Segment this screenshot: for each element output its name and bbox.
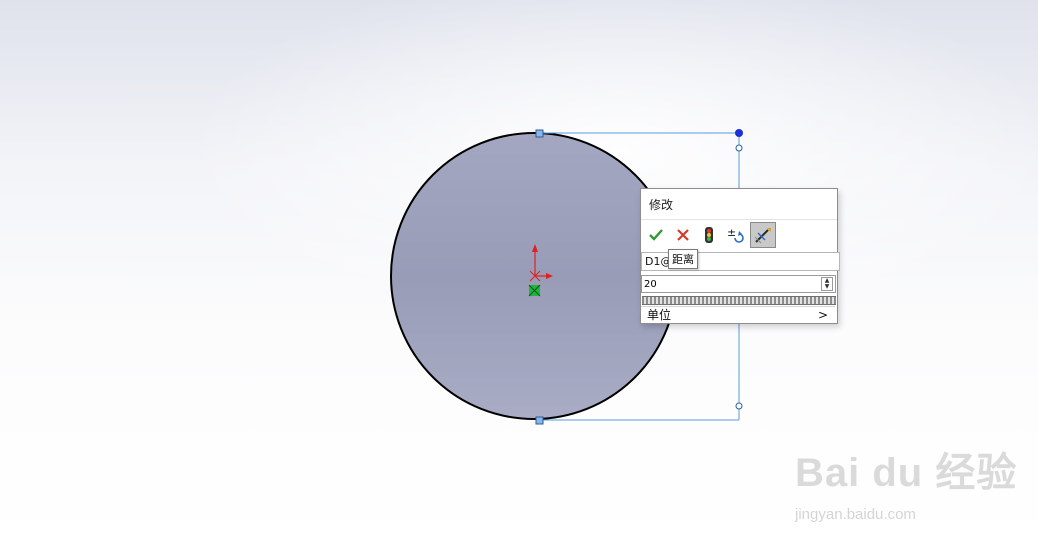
watermark-url: jingyan.baidu.com — [795, 506, 916, 523]
svg-text:±: ± — [727, 226, 736, 239]
check-icon — [649, 229, 663, 241]
arrow-handle-bottom[interactable] — [735, 402, 743, 410]
dimension-mark-icon — [754, 228, 771, 244]
dialog-title: 修改 — [649, 198, 674, 212]
spin-down-icon[interactable]: ▼ — [822, 284, 832, 290]
arrow-handle-top[interactable] — [735, 144, 743, 152]
dimension-endpoint[interactable] — [735, 129, 743, 137]
watermark-logo: Bai du 经验 — [795, 451, 1018, 495]
chevron-right-icon: > — [817, 308, 828, 322]
value-spinner[interactable]: ▲ ▼ — [821, 277, 833, 291]
x-icon — [677, 229, 689, 241]
tooltip: 距离 — [668, 249, 698, 269]
modify-dialog: 修改 ± D1@ 距离 20 ▲ ▼ 单位 > — [640, 188, 840, 324]
mark-dimension-button[interactable] — [750, 222, 776, 248]
dialog-toolbar: ± — [643, 222, 835, 248]
sketch-circle[interactable] — [390, 132, 678, 420]
traffic-light-icon — [705, 227, 713, 243]
plus-minus-icon: ± — [727, 226, 744, 243]
units-row[interactable]: 单位 > — [641, 306, 835, 323]
rebuild-button[interactable] — [696, 222, 722, 248]
ok-button[interactable] — [643, 222, 669, 248]
units-label: 单位 — [647, 308, 672, 322]
dialog-divider — [641, 219, 837, 220]
center-point-icon[interactable] — [528, 284, 541, 297]
quadrant-point-top[interactable] — [535, 129, 544, 138]
reverse-sense-button[interactable]: ± — [723, 222, 749, 248]
value-input[interactable] — [644, 277, 814, 291]
thumbwheel[interactable] — [642, 296, 836, 305]
cancel-button[interactable] — [670, 222, 696, 248]
value-field-wrapper: ▲ ▼ — [641, 275, 836, 293]
watermark: Bai du 经验 jingyan.baidu.com — [795, 440, 1018, 523]
quadrant-point-bottom[interactable] — [535, 416, 544, 425]
